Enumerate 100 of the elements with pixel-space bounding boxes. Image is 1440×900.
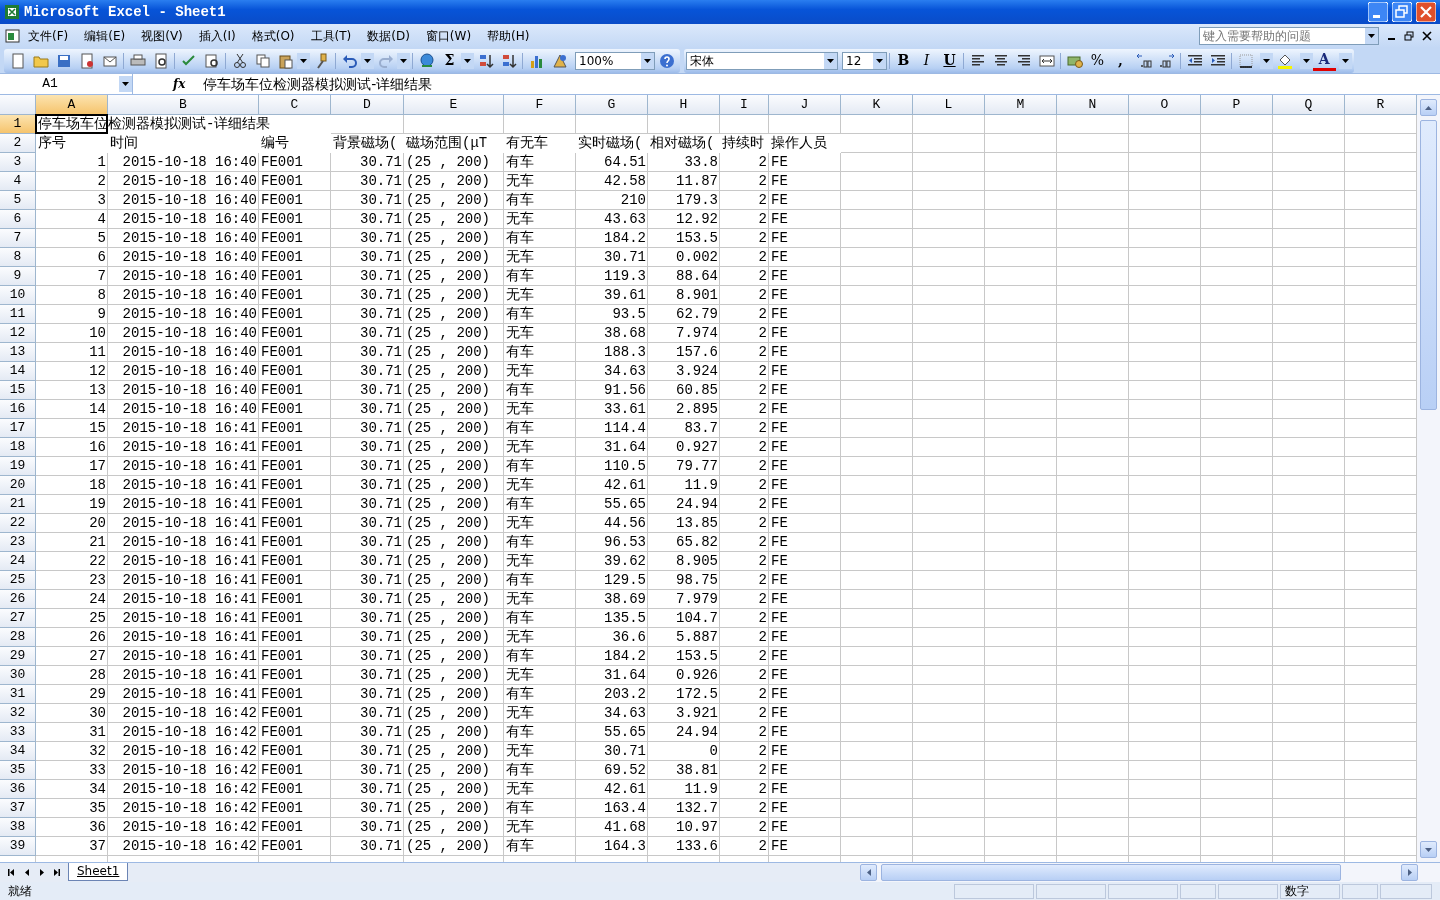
dropdown-button[interactable] [461,52,474,69]
row-header[interactable]: 35 [0,761,36,780]
sort-ascending-icon[interactable] [477,52,494,69]
close-icon[interactable] [1422,31,1432,41]
new-document-icon[interactable] [9,52,26,69]
horizontal-scrollbar[interactable] [860,863,1440,882]
row-header[interactable]: 3 [0,153,36,172]
name-box[interactable]: A1 [0,74,133,94]
research-icon[interactable] [203,52,220,69]
borders-icon[interactable] [1237,52,1254,69]
row-header[interactable]: 25 [0,571,36,590]
row-header[interactable]: 31 [0,685,36,704]
function-button[interactable]: fx [173,75,186,93]
next-sheet-icon[interactable] [38,867,45,877]
row-header[interactable]: 29 [0,647,36,666]
sheet-tab[interactable]: Sheet1 [68,863,129,881]
first-sheet-icon[interactable] [8,867,15,877]
underline-button[interactable]: U [938,49,961,72]
column-header[interactable]: F [504,95,576,115]
row-header[interactable]: 22 [0,514,36,533]
menu-item[interactable]: 视图(V) [133,25,191,47]
bold-button[interactable]: B [892,49,915,72]
column-header[interactable]: H [648,95,720,115]
copy-icon[interactable] [254,52,271,69]
row-header[interactable]: 13 [0,343,36,362]
row-header[interactable]: 5 [0,191,36,210]
menu-item[interactable]: 窗口(W) [417,25,480,47]
vertical-scrollbar[interactable] [1417,95,1440,862]
row-header[interactable]: 32 [0,704,36,723]
decrease-decimal-icon[interactable] [1158,52,1175,69]
dropdown-button[interactable] [397,52,410,69]
sort-descending-icon[interactable] [500,52,517,69]
italic-button[interactable]: I [915,49,938,72]
row-header[interactable]: 34 [0,742,36,761]
merge-center-icon[interactable] [1038,52,1055,69]
row-header[interactable]: 16 [0,400,36,419]
row-header[interactable]: 1 [0,115,36,134]
menu-item[interactable]: 帮助(H) [479,25,538,47]
row-header[interactable]: 38 [0,818,36,837]
row-header[interactable]: 26 [0,590,36,609]
scroll-thumb[interactable] [1420,120,1437,410]
row-header[interactable]: 18 [0,438,36,457]
row-header[interactable]: 23 [0,533,36,552]
column-header[interactable]: E [404,95,504,115]
font-size-dropdown[interactable]: 12 [842,51,887,70]
dropdown-button[interactable] [361,52,374,69]
dropdown-button[interactable] [873,52,886,69]
row-header[interactable]: 15 [0,381,36,400]
row-header[interactable]: 11 [0,305,36,324]
print-icon[interactable] [129,52,146,69]
scroll-up-button[interactable] [1420,99,1437,116]
dropdown-button[interactable] [1365,28,1378,44]
column-header[interactable]: K [841,95,913,115]
menu-item[interactable]: 文件(F) [20,25,77,47]
column-header[interactable]: N [1057,95,1129,115]
align-right-icon[interactable] [1015,52,1032,69]
menu-item[interactable]: 工具(T) [302,25,360,47]
paste-icon[interactable] [277,52,294,69]
zoom-dropdown[interactable]: 100% [575,51,655,70]
column-header[interactable]: C [259,95,331,115]
column-header[interactable]: D [331,95,404,115]
cut-icon[interactable] [231,52,248,69]
row-header[interactable]: 39 [0,837,36,856]
font-color-button[interactable]: A [1312,50,1336,71]
row-header[interactable]: 20 [0,476,36,495]
align-center-icon[interactable] [992,52,1009,69]
menu-item[interactable]: 插入(I) [190,25,244,47]
decrease-indent-icon[interactable] [1186,52,1203,69]
scroll-thumb[interactable] [881,864,1341,881]
menu-item[interactable]: 格式(O) [243,25,303,47]
scroll-down-button[interactable] [1420,841,1437,858]
formula-field[interactable]: 停车场车位检测器模拟测试-详细结果 [203,73,433,95]
fill-color-icon[interactable] [1276,52,1293,69]
row-header[interactable]: 12 [0,324,36,343]
column-header[interactable]: L [913,95,985,115]
row-header[interactable]: 4 [0,172,36,191]
menu-item[interactable]: 编辑(E) [76,25,134,47]
increase-decimal-icon[interactable] [1135,52,1152,69]
column-header[interactable]: B [108,95,259,115]
dropdown-button[interactable] [641,52,654,69]
column-header[interactable]: M [985,95,1057,115]
dropdown-button[interactable] [1339,52,1352,69]
column-header[interactable]: J [769,95,841,115]
row-header[interactable]: 36 [0,780,36,799]
dropdown-button[interactable] [824,52,837,69]
row-header[interactable]: 24 [0,552,36,571]
dropdown-button[interactable] [1299,52,1313,69]
scroll-left-button[interactable] [860,864,877,881]
comma-style-button[interactable]: , [1109,49,1132,72]
help-search-field[interactable]: 键入需要帮助的问题 [1199,27,1379,45]
row-header[interactable]: 33 [0,723,36,742]
dropdown-button[interactable] [1260,52,1274,69]
align-left-icon[interactable] [969,52,986,69]
column-header[interactable]: A [36,95,108,115]
column-header[interactable]: O [1129,95,1201,115]
increase-indent-icon[interactable] [1209,52,1226,69]
restore-icon[interactable] [1404,31,1414,41]
row-header[interactable]: 30 [0,666,36,685]
print-preview-icon[interactable] [152,52,169,69]
row-header[interactable]: 28 [0,628,36,647]
